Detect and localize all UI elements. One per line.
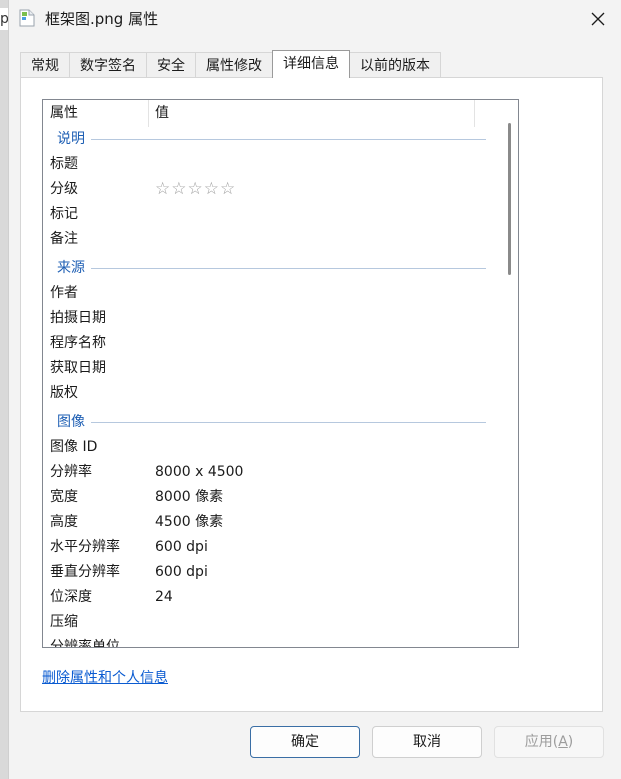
tab-details[interactable]: 详细信息 <box>272 50 350 78</box>
column-header-value[interactable]: 值 <box>155 100 475 127</box>
details-rows: 说明 标题 分级 ☆☆☆☆☆ 标记 备注 来源 作者 拍摄日期 程序名称 获取日… <box>43 127 503 648</box>
property-name: 作者 <box>50 285 78 301</box>
table-row[interactable]: 程序名称 <box>43 331 503 356</box>
group-divider <box>91 268 486 269</box>
table-row[interactable]: 位深度 24 <box>43 585 503 610</box>
remove-properties-link[interactable]: 删除属性和个人信息 <box>42 667 168 687</box>
column-header-property[interactable]: 属性 <box>50 100 149 127</box>
property-value: 24 <box>155 589 173 605</box>
table-row[interactable]: 分级 ☆☆☆☆☆ <box>43 177 503 202</box>
table-row[interactable]: 备注 <box>43 227 503 252</box>
property-value: 600 dpi <box>155 539 208 555</box>
table-row[interactable]: 压缩 <box>43 610 503 635</box>
property-name: 版权 <box>50 385 78 401</box>
properties-dialog: 框架图.png 属性 常规 数字签名 安全 属性修改 详细信息 以前的版本 属性… <box>8 0 621 779</box>
property-name: 标题 <box>50 156 78 172</box>
title-bar[interactable]: 框架图.png 属性 <box>9 0 621 38</box>
table-row[interactable]: 分辨率单位 <box>43 635 503 648</box>
property-name: 高度 <box>50 514 78 530</box>
property-name: 备注 <box>50 231 78 247</box>
property-value: 8000 x 4500 <box>155 464 244 480</box>
close-button[interactable] <box>585 6 611 32</box>
property-name: 获取日期 <box>50 360 106 376</box>
vertical-scrollbar[interactable] <box>508 123 511 275</box>
star-icon[interactable]: ☆ <box>188 179 204 199</box>
apply-mnemonic: A <box>558 734 568 750</box>
star-icon[interactable]: ☆ <box>171 179 187 199</box>
table-row[interactable]: 标题 <box>43 152 503 177</box>
image-file-icon <box>19 9 35 27</box>
property-name: 宽度 <box>50 489 78 505</box>
star-icon[interactable]: ☆ <box>204 179 220 199</box>
table-row[interactable]: 获取日期 <box>43 356 503 381</box>
close-icon <box>591 12 605 26</box>
property-value: 4500 像素 <box>155 514 224 530</box>
table-row[interactable]: 分辨率 8000 x 4500 <box>43 460 503 485</box>
tab-security[interactable]: 安全 <box>146 52 196 78</box>
property-name: 分辨率单位 <box>50 639 120 648</box>
star-icon[interactable]: ☆ <box>155 179 171 199</box>
apply-button[interactable]: 应用(A) <box>494 726 604 758</box>
group-title: 来源 <box>57 256 89 281</box>
property-name: 图像 ID <box>50 439 98 455</box>
cancel-button[interactable]: 取消 <box>372 726 482 758</box>
property-name: 分辨率 <box>50 464 92 480</box>
group-divider <box>91 139 486 140</box>
apply-label-close: ) <box>567 734 574 750</box>
property-name: 压缩 <box>50 614 78 630</box>
table-row[interactable]: 图像 ID <box>43 435 503 460</box>
details-list[interactable]: 属性 值 说明 标题 分级 ☆☆☆☆☆ 标记 备注 来源 作者 拍摄日期 程序名… <box>42 99 519 648</box>
group-title: 说明 <box>57 127 89 152</box>
tab-digital-signatures[interactable]: 数字签名 <box>69 52 147 78</box>
property-name: 分级 <box>50 181 78 197</box>
property-name: 拍摄日期 <box>50 310 106 326</box>
table-row[interactable]: 水平分辨率 600 dpi <box>43 535 503 560</box>
table-row[interactable]: 垂直分辨率 600 dpi <box>43 560 503 585</box>
group-header-origin: 来源 <box>43 256 503 281</box>
table-row[interactable]: 高度 4500 像素 <box>43 510 503 535</box>
tab-attribute-modify[interactable]: 属性修改 <box>195 52 273 78</box>
property-name: 标记 <box>50 206 78 222</box>
apply-label: 应用( <box>524 734 559 750</box>
group-header-image: 图像 <box>43 410 503 435</box>
tab-previous-versions[interactable]: 以前的版本 <box>349 52 441 78</box>
tab-strip: 常规 数字签名 安全 属性修改 详细信息 以前的版本 <box>20 50 441 78</box>
star-icon[interactable]: ☆ <box>220 179 236 199</box>
table-row[interactable]: 作者 <box>43 281 503 306</box>
column-header: 属性 值 <box>43 100 518 127</box>
window-title: 框架图.png 属性 <box>45 10 159 28</box>
table-row[interactable]: 拍摄日期 <box>43 306 503 331</box>
property-name: 位深度 <box>50 589 92 605</box>
details-panel: 属性 值 说明 标题 分级 ☆☆☆☆☆ 标记 备注 来源 作者 拍摄日期 程序名… <box>20 77 603 712</box>
group-header-description: 说明 <box>43 127 503 152</box>
table-row[interactable]: 版权 <box>43 381 503 406</box>
rating-stars[interactable]: ☆☆☆☆☆ <box>155 177 236 202</box>
property-value: 600 dpi <box>155 564 208 580</box>
property-name: 垂直分辨率 <box>50 564 120 580</box>
group-title: 图像 <box>57 410 89 435</box>
property-name: 程序名称 <box>50 335 106 351</box>
table-row[interactable]: 宽度 8000 像素 <box>43 485 503 510</box>
property-name: 水平分辨率 <box>50 539 120 555</box>
ok-button[interactable]: 确定 <box>250 726 360 758</box>
tab-general[interactable]: 常规 <box>20 52 70 78</box>
table-row[interactable]: 标记 <box>43 202 503 227</box>
group-divider <box>91 422 486 423</box>
property-value: 8000 像素 <box>155 489 224 505</box>
